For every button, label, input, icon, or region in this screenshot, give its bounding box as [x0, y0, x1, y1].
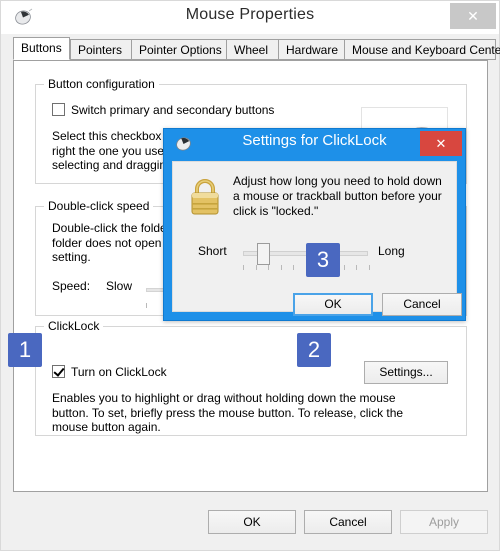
clicklock-dialog-titlebar: Settings for ClickLock ✕ [164, 129, 465, 159]
double-click-speed-title: Double-click speed [44, 199, 154, 213]
clicklock-dialog-ok-button[interactable]: OK [293, 293, 373, 316]
clicklock-dialog-cancel-button[interactable]: Cancel [382, 293, 462, 316]
clicklock-dialog-description: Adjust how long you need to hold down a … [233, 174, 442, 218]
checkbox-box [52, 103, 65, 116]
clicklock-dialog-body: Adjust how long you need to hold down a … [172, 161, 462, 316]
tab-wheel[interactable]: Wheel [226, 39, 279, 60]
tab-mouse-and-keyboard-center[interactable]: Mouse and Keyboard Center [344, 39, 500, 60]
padlock-icon [191, 179, 219, 215]
cancel-button[interactable]: Cancel [304, 510, 392, 534]
checkbox-box [52, 365, 65, 378]
clicklock-description: Enables you to highlight or drag without… [52, 391, 404, 434]
annotation-badge-1: 1 [8, 333, 42, 367]
clicklock-settings-button[interactable]: Settings... [364, 361, 448, 384]
tab-hardware[interactable]: Hardware [278, 39, 345, 60]
clicklock-slider-long-label: Long [378, 244, 405, 258]
switch-primary-secondary-checkbox[interactable]: Switch primary and secondary buttons [52, 103, 274, 117]
clicklock-group: ClickLock Turn on ClickLock Settings... … [35, 319, 467, 436]
tab-strip: Buttons Pointers Pointer Options Wheel H… [13, 37, 500, 61]
switch-primary-secondary-label: Switch primary and secondary buttons [71, 103, 275, 117]
annotation-badge-3: 3 [306, 243, 340, 277]
ok-button[interactable]: OK [208, 510, 296, 534]
clicklock-slider-short-label: Short [198, 244, 227, 258]
tab-pointers[interactable]: Pointers [70, 39, 132, 60]
speed-label: Speed: [52, 279, 91, 293]
clicklock-settings-dialog: Settings for ClickLock ✕ Adjust how long… [163, 128, 466, 321]
clicklock-title: ClickLock [44, 319, 104, 333]
close-icon[interactable]: ✕ [450, 3, 496, 29]
tab-pointer-options[interactable]: Pointer Options [131, 39, 227, 60]
button-configuration-title: Button configuration [44, 77, 159, 91]
page-title: Mouse Properties [185, 6, 315, 23]
close-icon[interactable]: ✕ [420, 131, 462, 156]
clicklock-slider-thumb[interactable] [257, 243, 270, 265]
tab-buttons[interactable]: Buttons [13, 37, 70, 60]
annotation-badge-2: 2 [297, 333, 331, 367]
window-titlebar: Mouse Properties ✕ [1, 1, 499, 34]
speed-slow-label: Slow [106, 279, 133, 293]
apply-button: Apply [400, 510, 488, 534]
turn-on-clicklock-label: Turn on ClickLock [71, 365, 167, 379]
turn-on-clicklock-checkbox[interactable]: Turn on ClickLock [52, 365, 167, 379]
